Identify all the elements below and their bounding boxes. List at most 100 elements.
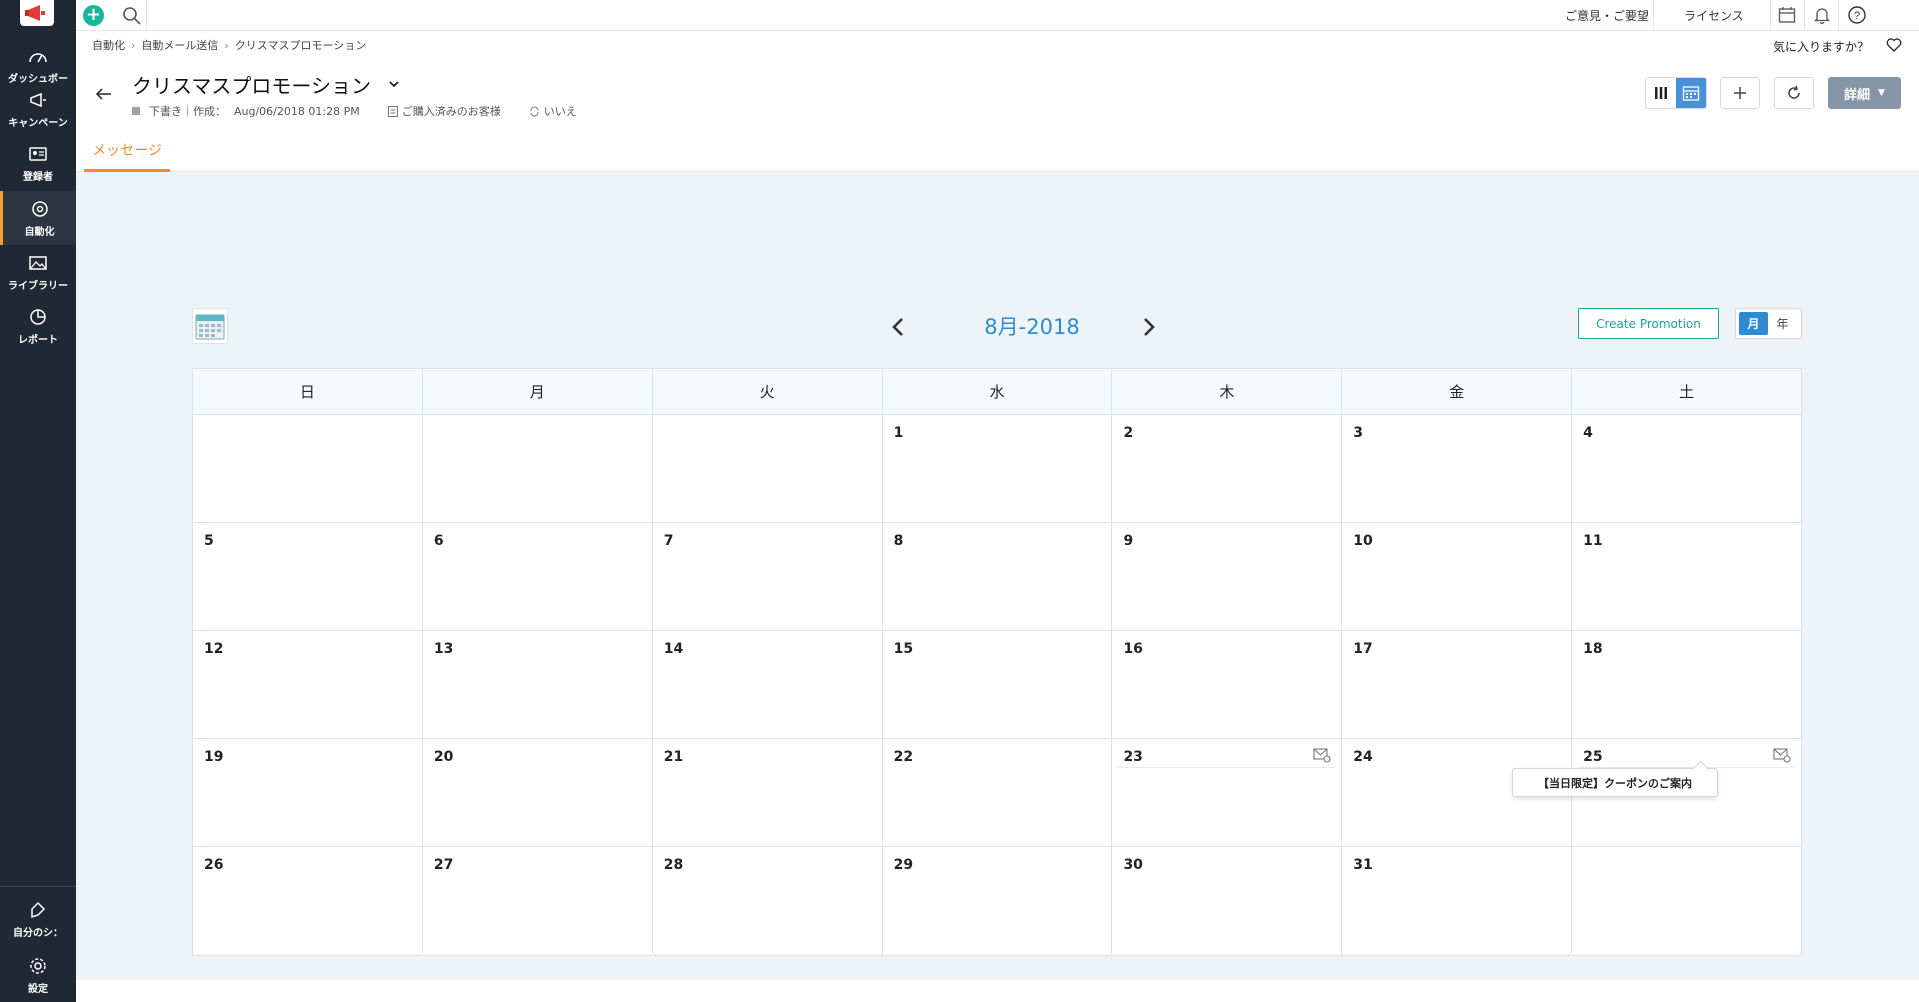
calendar-day[interactable]: 12 — [193, 631, 423, 738]
my-sign-icon — [27, 899, 49, 921]
calendar-day[interactable]: 27 — [423, 847, 653, 954]
heart-icon[interactable] — [1885, 36, 1903, 54]
detail-button-label: 詳細 — [1844, 87, 1871, 103]
main-content: 8月-2018 Create Promotion 月 年 日 月 火 水 木 金… — [76, 172, 1919, 980]
back-arrow-icon[interactable] — [94, 84, 114, 104]
sidebar-item-label: 設定 — [28, 984, 48, 995]
weekday-tue: 火 — [653, 369, 883, 414]
breadcrumb-item-auto-email[interactable]: 自動メール送信 — [141, 39, 218, 52]
list-icon — [387, 105, 398, 117]
sidebar-item-contacts[interactable]: 登録者 — [0, 136, 76, 190]
calendar-day[interactable]: 8 — [883, 523, 1113, 630]
calendar-day[interactable]: 9 — [1112, 523, 1343, 630]
search-icon[interactable] — [120, 4, 144, 28]
year-view-button[interactable]: 年 — [1768, 312, 1797, 335]
calendar-day[interactable]: 20 — [423, 739, 653, 846]
tab-messages[interactable]: メッセージ — [84, 131, 170, 172]
calendar-day[interactable]: 11 — [1572, 523, 1801, 630]
calendar-day[interactable] — [653, 415, 883, 522]
calendar-day[interactable]: 18 — [1572, 631, 1801, 738]
topbar-separator — [1804, 0, 1805, 31]
sidebar-item-settings[interactable]: 設定 — [0, 948, 76, 1002]
calendar-day[interactable]: 6 — [423, 523, 653, 630]
detail-button[interactable]: 詳細 ▼ — [1828, 77, 1901, 109]
sidebar-item-reports[interactable]: レポート — [0, 299, 76, 353]
calendar-picker-icon[interactable] — [192, 308, 228, 344]
topbar-separator — [1770, 0, 1771, 31]
day-number: 8 — [893, 533, 904, 549]
calendar-week: 1 2 3 4 — [193, 415, 1801, 523]
day-number: 11 — [1583, 533, 1603, 549]
previous-month-icon[interactable] — [888, 315, 908, 339]
report-icon — [27, 306, 49, 328]
calendar-day[interactable]: 17 — [1342, 631, 1573, 738]
calendar-icon[interactable] — [1776, 4, 1798, 26]
sidebar-item-campaigns[interactable]: キャンペーン — [0, 82, 76, 136]
weekday-thu: 木 — [1112, 369, 1343, 414]
calendar-day[interactable]: 21 — [653, 739, 883, 846]
calendar-day[interactable]: 15 — [883, 631, 1113, 738]
calendar-day[interactable]: 29 — [883, 847, 1113, 954]
calendar-day[interactable]: 2 — [1112, 415, 1343, 522]
sidebar-divider — [0, 886, 76, 887]
calendar-day[interactable]: 14 — [653, 631, 883, 738]
calendar-day[interactable]: 1 — [883, 415, 1113, 522]
chevron-down-icon[interactable] — [386, 76, 402, 92]
breadcrumb: 自動化 › 自動メール送信 › クリスマスプロモーション — [92, 37, 366, 53]
scheduled-mail-icon[interactable] — [1773, 747, 1791, 763]
license-link[interactable]: ライセンス — [1684, 7, 1744, 24]
scheduled-mail-icon[interactable] — [1313, 747, 1331, 763]
calendar-day[interactable]: 23 — [1112, 739, 1343, 846]
day-number: 2 — [1123, 425, 1134, 441]
chevron-right-icon: › — [131, 39, 136, 52]
refresh-button[interactable] — [1774, 77, 1814, 109]
help-icon[interactable]: ? — [1846, 4, 1868, 26]
status-label: 下書き｜作成： — [149, 105, 226, 118]
sidebar-item-my-sign[interactable]: 自分のシ： — [0, 892, 76, 946]
megaphone-logo-icon — [25, 5, 45, 21]
calendar-day[interactable]: 13 — [423, 631, 653, 738]
calendar-day[interactable] — [423, 415, 653, 522]
calendar-day[interactable]: 31 — [1342, 847, 1573, 954]
column-view-icon[interactable] — [1646, 78, 1676, 108]
day-number: 24 — [1353, 749, 1373, 765]
created-date: Aug/06/2018 01:28 PM — [234, 104, 360, 118]
month-view-button[interactable]: 月 — [1739, 312, 1768, 335]
repeat-label: いいえ — [543, 105, 577, 118]
calendar-day[interactable] — [1572, 847, 1801, 954]
calendar-day[interactable]: 16 — [1112, 631, 1343, 738]
sidebar-item-library[interactable]: ライブラリー — [0, 245, 76, 299]
calendar-view-icon[interactable] — [1676, 78, 1706, 108]
refresh-icon — [1788, 85, 1800, 99]
create-promotion-button[interactable]: Create Promotion — [1578, 308, 1719, 339]
calendar-day[interactable]: 22 — [883, 739, 1113, 846]
calendar-day[interactable]: 28 — [653, 847, 883, 954]
add-button[interactable] — [1720, 77, 1760, 109]
sidebar-item-label: キャンペーン — [8, 118, 68, 129]
day-number: 14 — [663, 641, 684, 657]
calendar-day[interactable]: 10 — [1342, 523, 1573, 630]
calendar-day[interactable]: 7 — [653, 523, 883, 630]
sidebar-item-label: ライブラリー — [8, 281, 68, 292]
calendar-day[interactable]: 30 — [1112, 847, 1343, 954]
calendar-week: 26 27 28 29 30 31 — [193, 847, 1801, 954]
contacts-icon — [27, 143, 49, 165]
bell-icon[interactable] — [1811, 4, 1833, 26]
next-month-icon[interactable] — [1139, 315, 1159, 339]
calendar-week: 5 6 7 8 9 10 11 — [193, 523, 1801, 631]
day-number: 12 — [204, 641, 224, 657]
add-icon[interactable]: + — [83, 5, 104, 26]
sidebar-item-automation[interactable]: 自動化 — [0, 191, 76, 245]
day-number: 31 — [1353, 857, 1373, 873]
page-title: クリスマスプロモーション — [132, 74, 371, 98]
calendar-day[interactable]: 26 — [193, 847, 423, 954]
calendar-day[interactable]: 3 — [1342, 415, 1573, 522]
calendar-day[interactable] — [193, 415, 423, 522]
calendar-day[interactable]: 19 — [193, 739, 423, 846]
app-logo[interactable] — [20, 0, 54, 26]
breadcrumb-item-automation[interactable]: 自動化 — [92, 39, 125, 52]
feedback-link[interactable]: ご意見・ご要望 — [1565, 7, 1649, 24]
calendar-day[interactable]: 5 — [193, 523, 423, 630]
month-title[interactable]: 8月-2018 — [942, 311, 1122, 341]
calendar-day[interactable]: 4 — [1572, 415, 1801, 522]
